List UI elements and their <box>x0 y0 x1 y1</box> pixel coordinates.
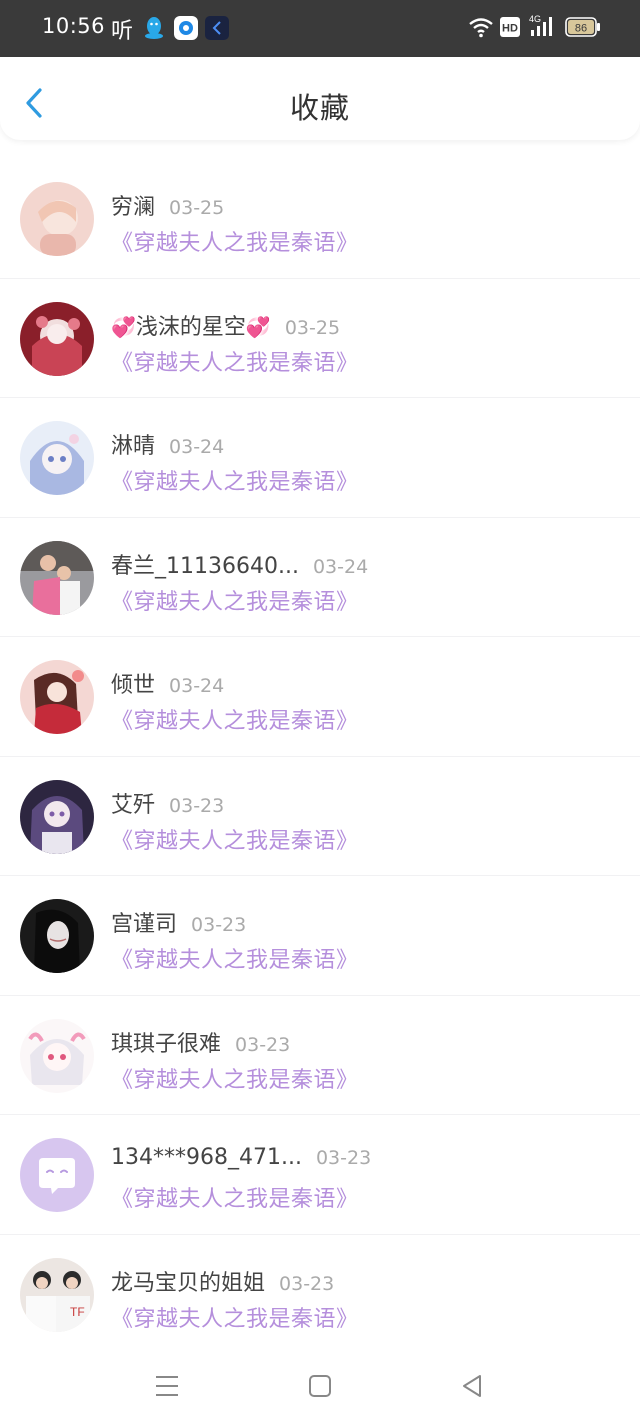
back-nav-button[interactable] <box>456 1369 490 1403</box>
user-name[interactable]: 艾歼 <box>111 793 155 818</box>
status-time: 10:56 <box>42 14 106 38</box>
user-name[interactable]: 浅沫的星空 <box>136 315 246 340</box>
browser-icon <box>174 16 198 44</box>
book-title-link[interactable]: 《穿越夫人之我是秦语》 <box>111 345 359 377</box>
avatar[interactable] <box>20 899 94 973</box>
list-item[interactable]: 艾歼 03-23 《穿越夫人之我是秦语》 <box>0 757 640 876</box>
list-item[interactable]: 春兰_11136640... 03-24 《穿越夫人之我是秦语》 <box>0 518 640 637</box>
favorite-date: 03-24 <box>169 675 225 697</box>
book-title-link[interactable]: 《穿越夫人之我是秦语》 <box>111 1181 359 1213</box>
home-button[interactable] <box>303 1369 337 1403</box>
svg-text:HD: HD <box>502 23 518 35</box>
wifi-icon <box>468 16 494 42</box>
favorite-date: 03-24 <box>169 436 225 458</box>
qq-icon <box>143 16 165 44</box>
chat-bubble-icon <box>20 1138 94 1212</box>
list-item[interactable]: 淋晴 03-24 《穿越夫人之我是秦语》 <box>0 398 640 518</box>
heart-emoji: 💞 <box>111 314 136 339</box>
signal-icon: 4G <box>528 13 558 43</box>
book-title-link[interactable]: 《穿越夫人之我是秦语》 <box>111 584 359 616</box>
book-title-link[interactable]: 《穿越夫人之我是秦语》 <box>111 703 359 735</box>
back-triangle-icon <box>463 1375 481 1397</box>
list-item[interactable]: 134***968_471... 03-23 《穿越夫人之我是秦语》 <box>0 1115 640 1235</box>
hd-icon: HD <box>500 17 520 41</box>
user-name[interactable]: 春兰_11136640... <box>111 554 299 579</box>
book-title-link[interactable]: 《穿越夫人之我是秦语》 <box>111 823 359 855</box>
favorite-date: 03-23 <box>235 1033 291 1056</box>
avatar[interactable] <box>20 779 94 854</box>
top-header: 收藏 <box>0 57 640 140</box>
book-title-link[interactable]: 《穿越夫人之我是秦语》 <box>111 225 359 257</box>
battery-icon: 86 <box>565 17 601 41</box>
status-bar: 10:56 听 HD 4G 86 <box>0 0 640 57</box>
avatar[interactable] <box>20 421 94 495</box>
home-icon <box>309 1375 331 1397</box>
favorite-date: 03-23 <box>191 914 247 936</box>
book-title-link[interactable]: 《穿越夫人之我是秦语》 <box>111 1301 359 1333</box>
svg-text:4G: 4G <box>529 14 541 24</box>
user-name[interactable]: 宫谨司 <box>111 912 177 937</box>
favorite-date: 03-25 <box>284 316 341 339</box>
app-icon <box>205 16 229 44</box>
menu-button[interactable] <box>150 1369 184 1403</box>
system-navigation-bar <box>0 1350 640 1422</box>
user-name[interactable]: 琪琪子很难 <box>111 1032 221 1057</box>
book-title-link[interactable]: 《穿越夫人之我是秦语》 <box>111 1062 359 1094</box>
favorite-date: 03-24 <box>312 555 369 578</box>
favorite-date: 03-23 <box>279 1272 335 1295</box>
avatar[interactable] <box>20 301 94 376</box>
favorite-date: 03-23 <box>169 794 225 817</box>
user-name[interactable]: 穷澜 <box>111 195 155 220</box>
book-title-link[interactable]: 《穿越夫人之我是秦语》 <box>111 464 359 496</box>
favorite-date: 03-25 <box>169 197 225 219</box>
favorite-date: 03-23 <box>315 1147 372 1169</box>
list-item[interactable]: 💞浅沫的星空💞 03-25 《穿越夫人之我是秦语》 <box>0 279 640 398</box>
book-title-link[interactable]: 《穿越夫人之我是秦语》 <box>111 942 359 974</box>
avatar[interactable] <box>20 1018 94 1093</box>
avatar[interactable] <box>20 540 94 615</box>
ting-label: 听 <box>111 19 134 44</box>
user-name[interactable]: 倾世 <box>111 673 155 698</box>
avatar[interactable] <box>20 660 94 734</box>
svg-text:86: 86 <box>575 23 587 35</box>
default-avatar[interactable] <box>20 1138 94 1212</box>
svg-text:TF: TF <box>70 1305 85 1319</box>
list-item[interactable]: 穷澜 03-25 《穿越夫人之我是秦语》 <box>0 159 640 279</box>
favorites-list: 穷澜 03-25 《穿越夫人之我是秦语》 💞浅沫的星空💞 03-25 《穿越夫人之我… <box>0 159 640 1354</box>
user-name[interactable]: 淋晴 <box>111 434 155 459</box>
user-name[interactable]: 134***968_471... <box>111 1145 302 1170</box>
heart-emoji: 💞 <box>245 314 271 339</box>
user-name[interactable]: 龙马宝贝的姐姐 <box>111 1271 265 1296</box>
avatar[interactable] <box>20 182 94 256</box>
page-title: 收藏 <box>289 91 350 125</box>
list-item[interactable]: 倾世 03-24 《穿越夫人之我是秦语》 <box>0 637 640 757</box>
list-item[interactable]: 琪琪子很难 03-23 《穿越夫人之我是秦语》 <box>0 996 640 1115</box>
list-item[interactable]: TF 龙马宝贝的姐姐 03-23 《穿越夫人之我是秦语》 <box>0 1235 640 1354</box>
list-item[interactable]: 宫谨司 03-23 《穿越夫人之我是秦语》 <box>0 876 640 996</box>
avatar[interactable]: TF <box>20 1257 94 1332</box>
menu-icon <box>156 1376 178 1396</box>
